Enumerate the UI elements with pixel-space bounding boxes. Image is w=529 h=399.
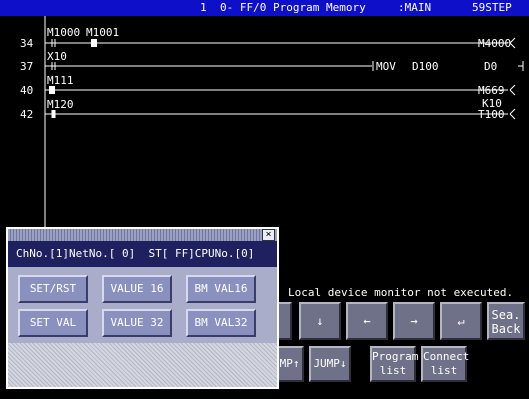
contact-on-marker bbox=[49, 86, 55, 94]
down-arrow-button[interactable]: ↓ bbox=[299, 302, 341, 340]
contact-label[interactable]: M1001 bbox=[86, 26, 119, 39]
connect-list-button[interactable]: Connect list bbox=[421, 346, 469, 382]
popup-button-panel: SET/RST VALUE 16 BM VAL16 SET VAL VALUE … bbox=[8, 267, 277, 343]
popup-network-info: ChNo.[1]NetNo.[ 0] ST[ FF]CPUNo.[0] bbox=[8, 241, 277, 267]
bottom-strip bbox=[0, 392, 529, 399]
contact-label[interactable]: M111 bbox=[47, 74, 74, 87]
value-32-button[interactable]: VALUE 32 bbox=[102, 309, 172, 337]
value-16-button[interactable]: VALUE 16 bbox=[102, 275, 172, 303]
monitor-popup-window[interactable]: × ChNo.[1]NetNo.[ 0] ST[ FF]CPUNo.[0] SE… bbox=[6, 227, 279, 389]
left-arrow-icon: ← bbox=[363, 314, 371, 328]
bm-val32-button[interactable]: BM VAL32 bbox=[186, 309, 256, 337]
contact-label[interactable]: M1000 bbox=[47, 26, 80, 39]
set-val-button[interactable]: SET VAL bbox=[18, 309, 88, 337]
operand-label[interactable]: D0 bbox=[484, 60, 497, 73]
operand-label[interactable]: D100 bbox=[412, 60, 439, 73]
enter-icon: ↵ bbox=[457, 314, 465, 328]
down-arrow-icon: ↓ bbox=[316, 314, 324, 328]
close-icon[interactable]: × bbox=[262, 229, 275, 241]
step-number-40: 40 bbox=[20, 84, 33, 97]
bm-val16-button[interactable]: BM VAL16 bbox=[186, 275, 256, 303]
enter-button[interactable]: ↵ bbox=[440, 302, 482, 340]
contact-on-marker bbox=[52, 110, 55, 118]
contact-label[interactable]: M120 bbox=[47, 98, 74, 111]
popup-title-bar[interactable]: × bbox=[8, 229, 277, 241]
coil-label[interactable]: M669 bbox=[478, 84, 505, 97]
jump-down-button[interactable]: JUMP↓ bbox=[309, 346, 351, 382]
right-arrow-button[interactable]: → bbox=[393, 302, 435, 340]
left-arrow-button[interactable]: ← bbox=[346, 302, 388, 340]
program-memory-label: 0- FF/0 Program Memory bbox=[220, 1, 366, 14]
coil-label[interactable]: T100 bbox=[478, 108, 505, 121]
step-number-42: 42 bbox=[20, 108, 33, 121]
instruction-label[interactable]: MOV bbox=[376, 60, 396, 73]
contact-on-marker bbox=[91, 39, 97, 47]
search-back-button[interactable]: Sea. Back bbox=[487, 302, 525, 340]
channel-number: 1 bbox=[200, 1, 207, 14]
set-rst-button[interactable]: SET/RST bbox=[18, 275, 88, 303]
popup-empty-area bbox=[8, 343, 277, 387]
coil-label[interactable]: M4000 bbox=[478, 37, 511, 50]
program-list-button[interactable]: Program list bbox=[370, 346, 418, 382]
step-number-37: 37 bbox=[20, 60, 33, 73]
step-count: 59STEP bbox=[472, 1, 512, 14]
right-arrow-icon: → bbox=[410, 314, 418, 328]
title-bar: 1 0- FF/0 Program Memory :MAIN 59STEP bbox=[0, 0, 529, 16]
contact-label[interactable]: X10 bbox=[47, 50, 67, 63]
status-message: Local device monitor not executed. bbox=[288, 286, 514, 299]
program-name: :MAIN bbox=[398, 1, 432, 14]
step-number-34: 34 bbox=[20, 37, 34, 50]
